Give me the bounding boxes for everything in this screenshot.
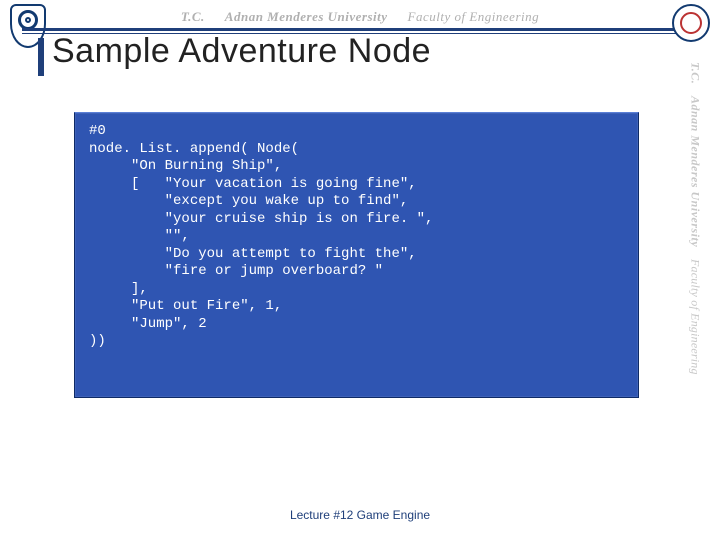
header-faculty: Faculty of Engineering — [408, 9, 540, 25]
header-university: Adnan Menderes University — [225, 9, 388, 25]
slide: T.C. Adnan Menderes University Faculty o… — [0, 0, 720, 540]
sidebar-university: Adnan Menderes University — [688, 96, 703, 247]
header-band: T.C. Adnan Menderes University Faculty o… — [0, 8, 720, 26]
sidebar-tc: T.C. — [688, 62, 703, 84]
footer-lecture-label: Lecture #12 Game Engine — [0, 508, 720, 522]
header-tc: T.C. — [181, 9, 205, 25]
faculty-seal-logo — [672, 4, 710, 42]
code-content: #0 node. List. append( Node( "On Burning… — [89, 123, 624, 351]
code-block: #0 node. List. append( Node( "On Burning… — [74, 112, 639, 398]
title-accent-bar — [38, 38, 44, 76]
slide-title: Sample Adventure Node — [52, 32, 431, 71]
right-sidebar-band: T.C. Adnan Menderes University Faculty o… — [680, 56, 710, 486]
header-rule-thick — [22, 28, 676, 31]
gear-icon — [680, 12, 702, 34]
sidebar-faculty: Faculty of Engineering — [688, 259, 703, 375]
